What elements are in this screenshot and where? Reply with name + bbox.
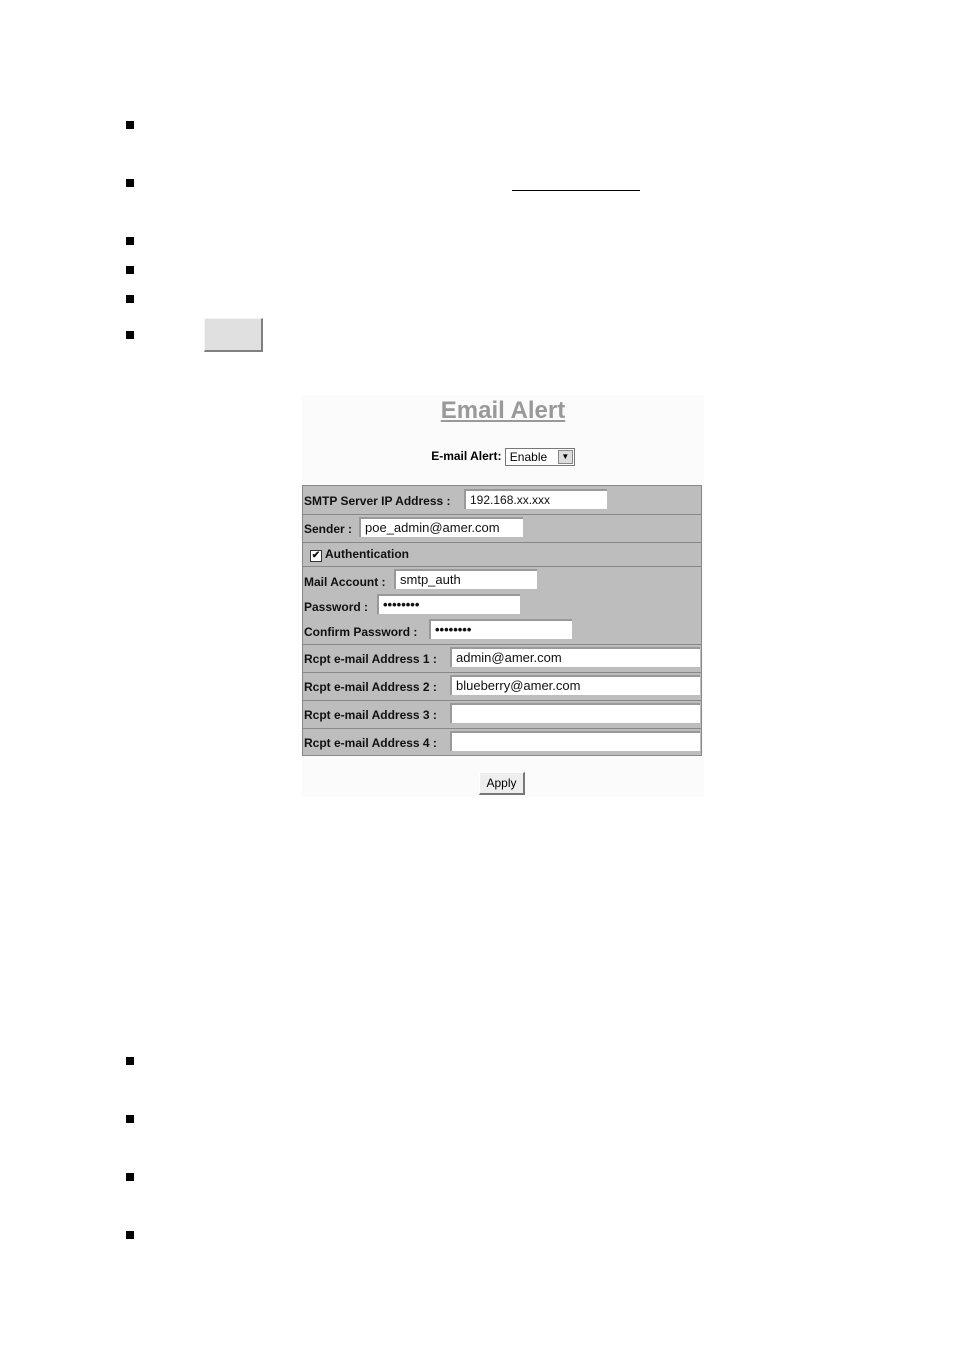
auth-label: Authentication (325, 547, 409, 561)
settings-panel: SMTP Server IP Address : 192.168.xx.xxx … (302, 485, 702, 756)
confirm-password-input[interactable]: •••••••• (429, 619, 572, 639)
rcpt-label: Rcpt e-mail Address 4 : (304, 736, 437, 750)
sender-input[interactable]: poe_admin@amer.com (359, 517, 523, 537)
bullet-icon (126, 266, 134, 274)
password-input[interactable]: •••••••• (377, 594, 520, 614)
underline-blank (512, 190, 640, 191)
apply-button[interactable]: Apply (479, 772, 525, 795)
chevron-down-icon: ▼ (557, 450, 573, 464)
sender-label: Sender : (304, 522, 353, 536)
email-alert-screenshot: Email Alert E-mail Alert: Enable ▼ SMTP S… (302, 395, 704, 797)
rcpt-input-1[interactable]: admin@amer.com (450, 647, 700, 667)
email-alert-row: E-mail Alert: Enable ▼ (302, 448, 704, 466)
bullet-icon (126, 331, 134, 339)
sender-row: Sender : poe_admin@amer.com (303, 514, 701, 543)
bullet-icon (126, 179, 134, 187)
authentication-checkbox[interactable]: ✔ (310, 550, 322, 562)
rcpt-row: Rcpt e-mail Address 1 : admin@amer.com (303, 644, 701, 673)
select-value: Enable (509, 450, 548, 464)
email-alert-label: E-mail Alert: (431, 449, 502, 464)
smtp-row: SMTP Server IP Address : 192.168.xx.xxx (303, 486, 701, 515)
password-label: Password : (304, 600, 369, 614)
smtp-label: SMTP Server IP Address : (304, 494, 451, 508)
email-alert-select[interactable]: Enable ▼ (504, 448, 575, 466)
rcpt-row: Rcpt e-mail Address 3 : (303, 700, 701, 729)
account-label: Mail Account : (304, 575, 386, 589)
account-input[interactable]: smtp_auth (394, 569, 537, 589)
rcpt-input-4[interactable] (450, 731, 700, 751)
bullet-icon (126, 1231, 134, 1239)
bullet-icon (126, 1173, 134, 1181)
rcpt-input-3[interactable] (450, 703, 700, 723)
rcpt-row: Rcpt e-mail Address 2 : blueberry@amer.c… (303, 672, 701, 701)
rcpt-label: Rcpt e-mail Address 2 : (304, 680, 437, 694)
bullet-icon (126, 237, 134, 245)
bullet-icon (126, 295, 134, 303)
page-title: Email Alert (440, 397, 566, 424)
rcpt-label: Rcpt e-mail Address 1 : (304, 652, 437, 666)
rcpt-row: Rcpt e-mail Address 4 : (303, 728, 701, 755)
credentials-row: Mail Account : smtp_auth Password : ••••… (303, 566, 701, 645)
confirm-label: Confirm Password : (304, 625, 418, 639)
document-page: Email Alert E-mail Alert: Enable ▼ SMTP S… (0, 0, 954, 1350)
bullet-icon (126, 121, 134, 129)
rcpt-input-2[interactable]: blueberry@amer.com (450, 675, 700, 695)
smtp-input[interactable]: 192.168.xx.xxx (464, 489, 607, 509)
rcpt-label: Rcpt e-mail Address 3 : (304, 708, 437, 722)
bullet-icon (126, 1057, 134, 1065)
blank-button[interactable] (204, 318, 263, 352)
auth-row: ✔ Authentication (303, 542, 701, 567)
bullet-icon (126, 1115, 134, 1123)
